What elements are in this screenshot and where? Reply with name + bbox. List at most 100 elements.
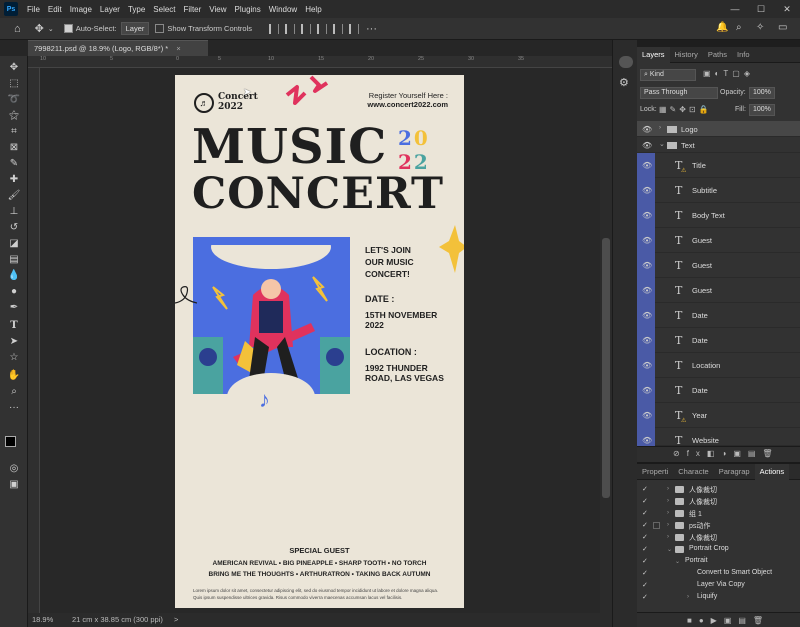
scrollbar-thumb[interactable]	[602, 238, 610, 498]
eraser-tool-icon[interactable]: ◪	[7, 236, 21, 250]
visibility-eye-icon[interactable]: 👁	[642, 436, 652, 445]
check-icon[interactable]: ✓	[642, 593, 648, 601]
collapse-chevron-icon[interactable]: ⌄	[675, 558, 680, 565]
action-set-row[interactable]: ✓ › 人像裁切	[637, 532, 800, 544]
shape-tool-icon[interactable]: ☆	[7, 350, 21, 364]
document-tab[interactable]: 7998211.psd @ 18.9% (Logo, RGB/8*) * ×	[28, 40, 208, 56]
check-icon[interactable]: ✓	[642, 581, 648, 589]
visibility-eye-icon[interactable]: 👁	[642, 361, 652, 370]
action-set-row[interactable]: ✓ ⌄ Portrait Crop	[637, 544, 800, 556]
lock-icons[interactable]: ▦✎✥⊡🔒	[659, 105, 712, 114]
expand-chevron-icon[interactable]: ›	[659, 125, 661, 131]
visibility-eye-icon[interactable]: 👁	[642, 211, 652, 220]
healing-brush-icon[interactable]: ✚	[7, 172, 21, 186]
layer-row[interactable]: 👁 T ⚠ Title	[637, 153, 800, 178]
auto-select-dropdown[interactable]: Layer	[120, 22, 150, 35]
visibility-eye-icon[interactable]: 👁	[642, 186, 652, 195]
minimize-icon[interactable]: —	[722, 0, 748, 18]
action-step-row[interactable]: ✓ › Liquify	[637, 592, 800, 604]
expand-chevron-icon[interactable]: ›	[667, 486, 669, 492]
menu-type[interactable]: Type	[124, 5, 149, 14]
brush-settings-icon[interactable]: ⚙	[619, 76, 629, 89]
expand-chevron-icon[interactable]: ›	[667, 522, 669, 528]
check-icon[interactable]: ✓	[642, 569, 648, 577]
fill-input[interactable]: 100%	[749, 104, 775, 116]
move-tool-icon[interactable]: ✥	[7, 60, 21, 74]
history-brush-icon[interactable]: ↺	[7, 220, 21, 234]
close-window-icon[interactable]: ✕	[774, 0, 800, 18]
eyedropper-icon[interactable]: ✎	[7, 156, 21, 170]
menu-help[interactable]: Help	[301, 5, 325, 14]
brush-tool-icon[interactable]: 🖌	[7, 188, 21, 202]
discover-icon[interactable]: ✧	[756, 22, 764, 33]
expand-chevron-icon[interactable]: ›	[667, 534, 669, 540]
collapse-chevron-icon[interactable]: ⌄	[667, 546, 672, 553]
layer-row[interactable]: 👁 T Date	[637, 378, 800, 403]
auto-select-checkbox[interactable]	[63, 24, 73, 33]
zoom-level[interactable]: 18.9%	[32, 615, 53, 624]
screen-mode-icon[interactable]: ▣	[7, 477, 21, 491]
layer-row[interactable]: 👁 T Guest	[637, 228, 800, 253]
crop-tool-icon[interactable]: ⌗	[7, 124, 21, 138]
tab-paths[interactable]: Paths	[703, 47, 732, 63]
hand-tool-icon[interactable]: ✋	[7, 368, 21, 382]
blur-tool-icon[interactable]: 💧	[7, 268, 21, 282]
layer-row[interactable]: 👁 T Guest	[637, 253, 800, 278]
layer-row[interactable]: 👁 T Date	[637, 303, 800, 328]
menu-file[interactable]: File	[23, 5, 44, 14]
chevron-down-icon[interactable]: ⌄	[48, 25, 54, 33]
check-icon[interactable]: ✓	[642, 485, 648, 493]
action-set-row[interactable]: ✓ › 人像裁切	[637, 484, 800, 496]
learn-icon[interactable]	[619, 56, 633, 68]
magic-wand-icon[interactable]: ⚝	[7, 108, 21, 122]
layer-group-logo[interactable]: 👁 › Logo	[637, 121, 800, 137]
align-bottom-icon[interactable]	[349, 23, 359, 34]
visibility-eye-icon[interactable]: 👁	[642, 261, 652, 270]
visibility-eye-icon[interactable]: 👁	[642, 125, 652, 134]
menu-select[interactable]: Select	[149, 5, 179, 14]
action-row[interactable]: ✓ ⌄ Portrait	[637, 556, 800, 568]
dodge-tool-icon[interactable]: ●	[7, 284, 21, 298]
move-tool-icon[interactable]: ✥	[35, 22, 44, 35]
check-icon[interactable]: ✓	[642, 533, 648, 541]
check-icon[interactable]: ✓	[642, 497, 648, 505]
action-set-row[interactable]: ✓ › ps动作	[637, 520, 800, 532]
expand-chevron-icon[interactable]: ›	[687, 594, 689, 600]
menu-image[interactable]: Image	[66, 5, 96, 14]
expand-chevron-icon[interactable]: ›	[667, 510, 669, 516]
workspace-icon[interactable]: ▭	[778, 22, 787, 33]
menu-plugins[interactable]: Plugins	[231, 5, 265, 14]
menu-layer[interactable]: Layer	[96, 5, 124, 14]
poster-document[interactable]: ♬ Concert 2022 Register Yourself Here : …	[175, 75, 464, 608]
more-options-icon[interactable]: ···	[366, 23, 377, 35]
visibility-eye-icon[interactable]: 👁	[642, 311, 652, 320]
align-middle-icon[interactable]	[333, 23, 343, 34]
lasso-tool-icon[interactable]: ➰	[7, 92, 21, 106]
filter-icons[interactable]: ▣◐T▢◈	[703, 69, 754, 78]
vertical-scrollbar[interactable]	[600, 68, 612, 613]
quick-mask-icon[interactable]: ◎	[7, 461, 21, 475]
align-left-icon[interactable]	[269, 23, 279, 34]
close-tab-icon[interactable]: ×	[176, 44, 180, 53]
path-selection-icon[interactable]: ➤	[7, 334, 21, 348]
marquee-tool-icon[interactable]: ⬚	[7, 76, 21, 90]
align-top-icon[interactable]	[317, 23, 327, 34]
action-set-row[interactable]: ✓ › 人像裁切	[637, 496, 800, 508]
tab-properties[interactable]: Properti	[637, 464, 673, 480]
transform-controls-checkbox[interactable]	[155, 24, 165, 33]
menu-edit[interactable]: Edit	[44, 5, 66, 14]
layer-row[interactable]: 👁 T Location	[637, 353, 800, 378]
home-icon[interactable]: ⌂	[14, 23, 21, 35]
tab-actions[interactable]: Actions	[754, 463, 790, 480]
check-icon[interactable]: ✓	[642, 521, 648, 529]
expand-chevron-icon[interactable]: ›	[667, 498, 669, 504]
layer-row[interactable]: 👁 T Guest	[637, 278, 800, 303]
check-icon[interactable]: ✓	[642, 557, 648, 565]
action-set-row[interactable]: ✓ › 组 1	[637, 508, 800, 520]
visibility-eye-icon[interactable]: 👁	[642, 161, 652, 170]
search-icon[interactable]: ⌕	[736, 22, 742, 33]
check-icon[interactable]: ✓	[642, 509, 648, 517]
layer-row[interactable]: 👁 T Website	[637, 428, 800, 447]
visibility-eye-icon[interactable]: 👁	[642, 386, 652, 395]
clone-stamp-icon[interactable]: ⊥	[7, 204, 21, 218]
